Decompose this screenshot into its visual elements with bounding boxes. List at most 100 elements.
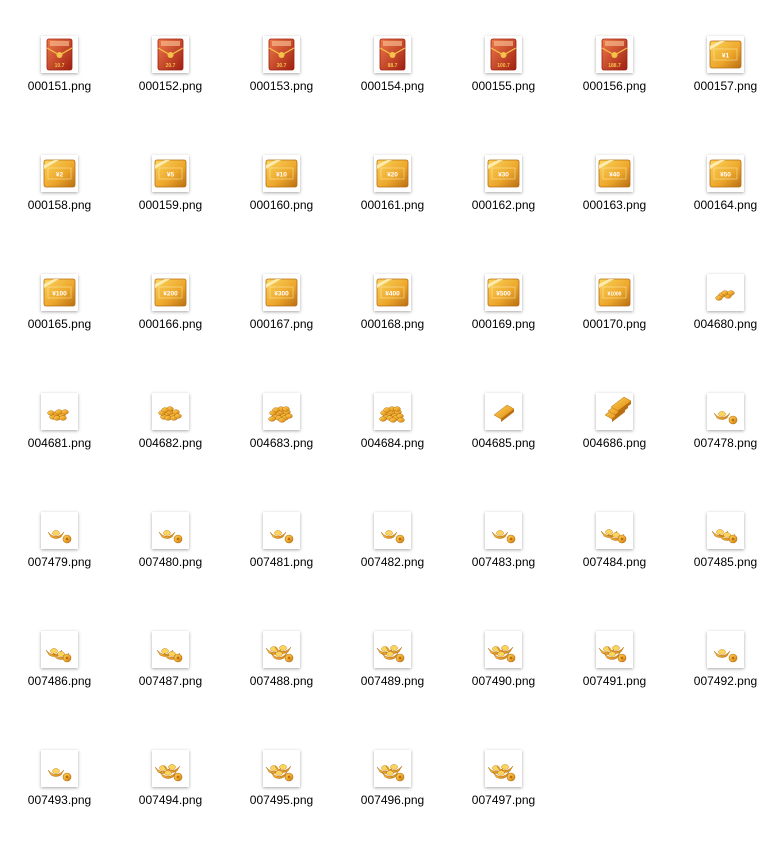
file-item[interactable]: 007495.png (226, 738, 337, 857)
file-name-label: 000167.png (249, 317, 314, 331)
file-name-label: 000165.png (27, 317, 92, 331)
file-name-label: 004685.png (471, 436, 536, 450)
file-item[interactable]: 30.7 000153.png (226, 24, 337, 143)
file-item[interactable]: 007478.png (670, 381, 769, 500)
file-name-label: 004686.png (582, 436, 647, 450)
file-item[interactable]: 004684.png (337, 381, 448, 500)
file-name-label: 007486.png (27, 674, 92, 688)
file-item[interactable]: ¥40 000163.png (559, 143, 670, 262)
gold-ingot-icon (41, 631, 78, 668)
gold-ingot-icon (485, 631, 522, 668)
thumbnail-value-text: ¥5 (167, 172, 175, 179)
gold-coupon-icon: ¥10 (263, 155, 300, 192)
thumbnail-value-text: ¥20 (387, 172, 398, 179)
file-name-label: 007497.png (471, 793, 536, 807)
file-name-label: 004681.png (27, 436, 92, 450)
file-name-label: 007491.png (582, 674, 647, 688)
file-item[interactable]: 004680.png (670, 262, 769, 381)
file-item[interactable]: 007479.png (4, 500, 115, 619)
thumbnail-value-text: ¥50 (720, 172, 731, 179)
file-name-label: 007478.png (693, 436, 758, 450)
file-item[interactable]: ¥1 000157.png (670, 24, 769, 143)
gold-coupon-icon: ¥50 (707, 155, 744, 192)
file-name-label: 000153.png (249, 79, 314, 93)
file-name-label: 007481.png (249, 555, 314, 569)
file-item[interactable]: 007488.png (226, 619, 337, 738)
gold-coupon-icon: ¥100 (41, 274, 78, 311)
file-name-label: 000160.png (249, 198, 314, 212)
file-name-label: 000163.png (582, 198, 647, 212)
red-envelope-icon: 30.7 (263, 36, 300, 73)
file-name-label: 004680.png (693, 317, 758, 331)
file-item[interactable]: 007496.png (337, 738, 448, 857)
file-item[interactable]: ¥30 000162.png (448, 143, 559, 262)
file-item[interactable]: ¥20 000161.png (337, 143, 448, 262)
gold-ingot-icon (707, 393, 744, 430)
file-item[interactable]: 007489.png (337, 619, 448, 738)
thumbnail-value-text: 20.7 (166, 63, 176, 69)
file-name-label: 000158.png (27, 198, 92, 212)
file-item[interactable]: 007487.png (115, 619, 226, 738)
file-item[interactable]: 007484.png (559, 500, 670, 619)
file-name-label: 004684.png (360, 436, 425, 450)
file-item[interactable]: 188.7 000156.png (559, 24, 670, 143)
gold-coupon-icon: ¥400 (374, 274, 411, 311)
file-name-label: 007482.png (360, 555, 425, 569)
file-item[interactable]: 007492.png (670, 619, 769, 738)
thumbnail-value-text: 88.7 (388, 63, 398, 69)
file-item[interactable]: 100.7 000155.png (448, 24, 559, 143)
thumbnail-value-text: ¥200 (163, 291, 178, 298)
file-item[interactable]: 10.7 000151.png (4, 24, 115, 143)
gold-coupon-icon: ¥500 (485, 274, 522, 311)
file-name-label: 007495.png (249, 793, 314, 807)
gold-ingot-icon (152, 512, 189, 549)
file-item[interactable]: 007485.png (670, 500, 769, 619)
file-item[interactable]: 007480.png (115, 500, 226, 619)
file-item[interactable]: 004686.png (559, 381, 670, 500)
file-item[interactable]: ¥1000 000170.png (559, 262, 670, 381)
file-item[interactable]: ¥100 000165.png (4, 262, 115, 381)
file-name-label: 000168.png (360, 317, 425, 331)
thumbnail-value-text: ¥300 (274, 291, 289, 298)
gold-ingot-icon (707, 631, 744, 668)
file-item[interactable]: 007483.png (448, 500, 559, 619)
gold-ingot-icon (485, 750, 522, 787)
red-envelope-icon: 188.7 (596, 36, 633, 73)
thumbnail-value-text: ¥1000 (608, 292, 622, 298)
file-item[interactable]: ¥10 000160.png (226, 143, 337, 262)
file-item[interactable]: 007497.png (448, 738, 559, 857)
thumbnail-value-text: 10.7 (55, 63, 65, 69)
file-item[interactable]: ¥200 000166.png (115, 262, 226, 381)
file-name-label: 000152.png (138, 79, 203, 93)
file-item[interactable]: 007481.png (226, 500, 337, 619)
file-name-label: 004683.png (249, 436, 314, 450)
thumbnail-value-text: ¥40 (609, 172, 620, 179)
file-item[interactable]: 004682.png (115, 381, 226, 500)
file-item[interactable]: 004681.png (4, 381, 115, 500)
file-item[interactable]: 007491.png (559, 619, 670, 738)
file-item[interactable]: 007490.png (448, 619, 559, 738)
thumbnail-value-text: ¥400 (385, 291, 400, 298)
file-item[interactable]: 20.7 000152.png (115, 24, 226, 143)
file-item[interactable]: 007493.png (4, 738, 115, 857)
file-item[interactable]: ¥5 000159.png (115, 143, 226, 262)
file-item[interactable]: 007494.png (115, 738, 226, 857)
file-item[interactable]: ¥500 000169.png (448, 262, 559, 381)
gold-coins-icon (41, 393, 78, 430)
file-name-label: 000159.png (138, 198, 203, 212)
file-item[interactable]: ¥300 000167.png (226, 262, 337, 381)
file-item[interactable]: 007486.png (4, 619, 115, 738)
file-name-label: 000156.png (582, 79, 647, 93)
file-item[interactable]: 007482.png (337, 500, 448, 619)
file-item[interactable]: 88.7 000154.png (337, 24, 448, 143)
file-item[interactable]: 004683.png (226, 381, 337, 500)
file-item[interactable]: ¥2 000158.png (4, 143, 115, 262)
file-item[interactable]: ¥50 000164.png (670, 143, 769, 262)
file-name-label: 007485.png (693, 555, 758, 569)
gold-coins-icon (263, 393, 300, 430)
red-envelope-icon: 88.7 (374, 36, 411, 73)
file-name-label: 007483.png (471, 555, 536, 569)
file-name-label: 000166.png (138, 317, 203, 331)
file-item[interactable]: 004685.png (448, 381, 559, 500)
file-item[interactable]: ¥400 000168.png (337, 262, 448, 381)
